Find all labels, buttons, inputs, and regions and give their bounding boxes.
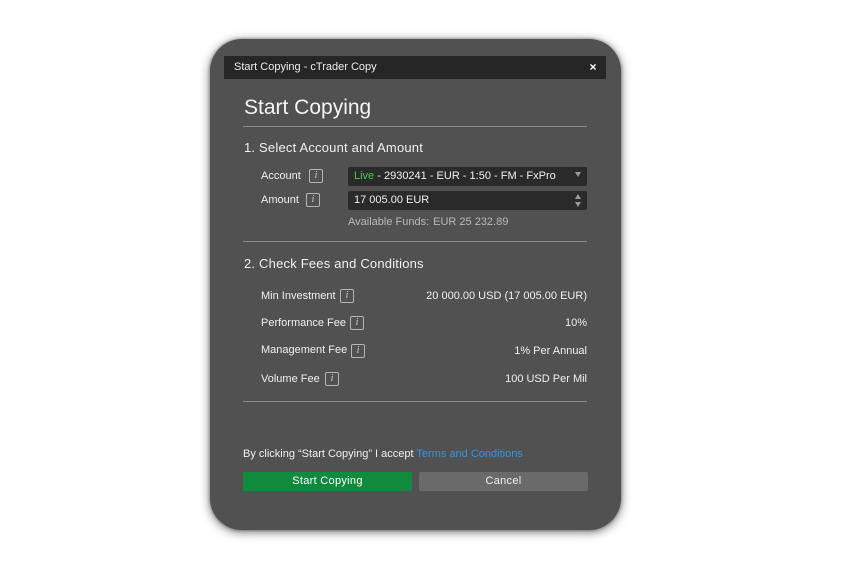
divider — [243, 241, 587, 242]
available-funds-value: EUR 25 232.89 — [433, 216, 509, 228]
min-investment-label: Min Investment — [261, 290, 336, 302]
account-label: Account — [261, 170, 301, 182]
min-investment-info-icon[interactable]: i — [340, 289, 354, 303]
window-title: Start Copying - cTrader Copy — [234, 61, 377, 73]
management-fee-value: 1% Per Annual — [514, 345, 587, 357]
close-icon[interactable]: × — [586, 60, 600, 74]
spin-up-icon[interactable] — [575, 194, 581, 199]
management-fee-info-icon[interactable]: i — [351, 344, 365, 358]
amount-stepper[interactable]: 17 005.00 EUR — [348, 191, 587, 210]
chevron-down-icon[interactable] — [575, 172, 581, 177]
available-funds: Available Funds: EUR 25 232.89 — [348, 216, 508, 228]
volume-fee-value: 100 USD Per Mil — [505, 373, 587, 385]
amount-info-icon[interactable]: i — [306, 193, 320, 207]
spinner-icon[interactable] — [575, 194, 581, 207]
min-investment-value: 20 000.00 USD (17 005.00 EUR) — [426, 290, 587, 302]
volume-fee-label: Volume Fee — [261, 373, 320, 385]
management-fee-label: Management Fee — [261, 344, 348, 356]
divider — [243, 126, 587, 127]
amount-value[interactable]: 17 005.00 EUR — [354, 194, 429, 206]
account-select[interactable]: Live - 2930241 - EUR - 1:50 - FM - FxPro — [348, 167, 587, 186]
performance-fee-info-icon[interactable]: i — [350, 316, 364, 330]
spin-down-icon[interactable] — [575, 202, 581, 207]
start-copying-dialog: Start Copying - cTrader Copy × Start Cop… — [210, 39, 621, 530]
cancel-button[interactable]: Cancel — [419, 472, 588, 491]
divider — [243, 401, 587, 402]
terms-link[interactable]: Terms and Conditions — [416, 448, 522, 460]
section-title-fees: 2. Check Fees and Conditions — [244, 256, 424, 271]
page-title: Start Copying — [244, 96, 372, 119]
section-title-account: 1. Select Account and Amount — [244, 140, 424, 155]
terms-notice: By clicking “Start Copying” I accept Ter… — [243, 448, 523, 460]
terms-prefix: By clicking “Start Copying” I accept — [243, 448, 417, 460]
performance-fee-label: Performance Fee — [261, 317, 346, 329]
account-value: - 2930241 - EUR - 1:50 - FM - FxPro — [374, 170, 556, 182]
volume-fee-info-icon[interactable]: i — [325, 372, 339, 386]
amount-label: Amount — [261, 194, 299, 206]
account-live-tag: Live — [354, 170, 375, 182]
account-info-icon[interactable]: i — [309, 169, 323, 183]
start-copying-button[interactable]: Start Copying — [243, 472, 412, 491]
available-funds-label: Available Funds: — [348, 216, 430, 228]
performance-fee-value: 10% — [564, 317, 587, 329]
title-bar: Start Copying - cTrader Copy × — [224, 56, 606, 79]
